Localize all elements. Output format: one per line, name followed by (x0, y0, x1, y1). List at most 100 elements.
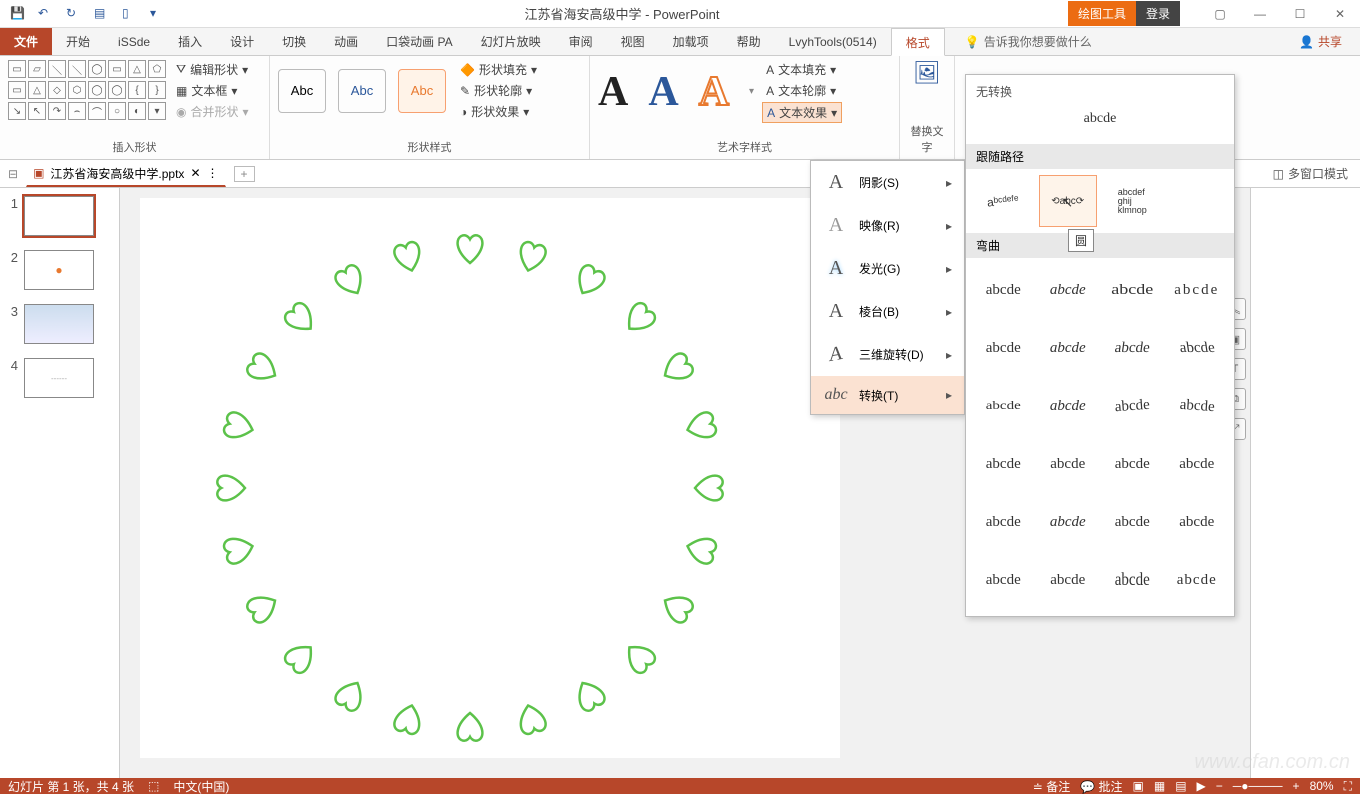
share-button[interactable]: 👤 共享 (1281, 28, 1360, 55)
tab-insert[interactable]: 插入 (164, 28, 216, 55)
heart-shape[interactable] (677, 526, 726, 575)
view-slideshow-icon[interactable]: ▶ (1197, 779, 1206, 793)
zoom-in-icon[interactable]: + (1293, 779, 1300, 793)
view-normal-icon[interactable]: ▣ (1133, 779, 1144, 793)
edit-shape-button[interactable]: ⛛编辑形状 ▾ (172, 60, 253, 79)
warp-option[interactable]: abcde (1168, 496, 1227, 548)
login-button[interactable]: 登录 (1136, 1, 1180, 26)
notes-button[interactable]: ≐ 备注 (1033, 778, 1070, 795)
heart-shape[interactable] (690, 468, 730, 508)
path-arch-down[interactable]: abcdefghijklmnop (1103, 175, 1162, 227)
present-icon[interactable]: ▤ (94, 6, 110, 22)
tab-file[interactable]: 文件 (0, 28, 52, 55)
heart-shape[interactable] (235, 581, 290, 636)
warp-option[interactable]: abcde (974, 385, 1033, 427)
close-icon[interactable]: ✕ (1320, 0, 1360, 28)
heart-shape[interactable] (450, 708, 490, 748)
tab-design[interactable]: 设计 (216, 28, 268, 55)
tab-review[interactable]: 审阅 (555, 28, 607, 55)
tab-issde[interactable]: iSSde (104, 28, 164, 55)
heart-shape[interactable] (563, 669, 618, 724)
heart-shape[interactable] (677, 401, 726, 450)
text-outline-button[interactable]: A文本轮廓 ▾ (762, 81, 842, 100)
menu-reflection[interactable]: A映像(R)▸ (811, 204, 964, 247)
heart-shape[interactable] (323, 669, 378, 724)
view-reading-icon[interactable]: ▤ (1175, 779, 1186, 793)
tab-lvyhtools[interactable]: LvyhTools(0514) (775, 28, 891, 55)
heart-shape[interactable] (214, 526, 263, 575)
warp-option[interactable]: abcde (1168, 438, 1227, 490)
tell-me-search[interactable]: 💡 告诉我你想要做什么 (965, 28, 1092, 55)
qat-more-icon[interactable]: ▾ (150, 6, 166, 22)
menu-3d-rotation[interactable]: A三维旋转(D)▸ (811, 333, 964, 376)
shape-styles-gallery[interactable]: Abc Abc Abc (278, 69, 446, 113)
transform-none[interactable]: abcde (978, 110, 1222, 128)
shape-effects-button[interactable]: ◑形状效果 ▾ (456, 102, 541, 121)
warp-option[interactable]: abcde (1101, 378, 1163, 434)
shapes-gallery[interactable]: ▭▱＼＼ ◯▭△⬠ ▭△◇⬡ ◯◯{} ↘↖↷⌢ ⌒○◐▾ (8, 60, 166, 121)
thumb-1[interactable] (24, 196, 94, 236)
tab-home[interactable]: 开始 (52, 28, 104, 55)
path-circle[interactable]: ⟲abc⟳ ↖ 圆 (1039, 175, 1098, 227)
maximize-icon[interactable]: ☐ (1280, 0, 1320, 28)
warp-option[interactable]: abcde (1039, 438, 1098, 490)
tab-pocket-anim[interactable]: 口袋动画 PA (372, 28, 466, 55)
path-arch[interactable]: aᵇᶜᵈᵉᶠᵉ (974, 175, 1033, 227)
heart-shape[interactable] (214, 401, 263, 450)
warp-option[interactable]: abcde (1168, 554, 1227, 606)
ribbon-display-icon[interactable]: ▢ (1200, 0, 1240, 28)
warp-option[interactable]: abcde (1039, 264, 1098, 316)
heart-shape[interactable] (272, 629, 329, 686)
heart-shape[interactable] (611, 290, 668, 347)
nav-toggle-icon[interactable]: ⊟ (8, 167, 18, 181)
zoom-slider[interactable]: ─●──── (1233, 779, 1283, 793)
tab-slideshow[interactable]: 幻灯片放映 (467, 28, 555, 55)
heart-shape[interactable] (235, 341, 290, 396)
tab-animation[interactable]: 动画 (320, 28, 372, 55)
heart-shape[interactable] (450, 228, 490, 268)
warp-option[interactable]: abcde (974, 438, 1033, 490)
tab-view[interactable]: 视图 (607, 28, 659, 55)
shape-fill-button[interactable]: 🔶形状填充 ▾ (456, 60, 541, 79)
touch-icon[interactable]: ▯ (122, 6, 138, 22)
heart-shape[interactable] (210, 468, 250, 508)
warp-option[interactable]: abcde (974, 554, 1033, 606)
language-status[interactable]: 中文(中国) (173, 778, 229, 795)
heart-shape[interactable] (383, 232, 432, 281)
heart-shape[interactable] (323, 253, 378, 308)
warp-option[interactable]: abcde (1039, 554, 1098, 606)
heart-shape[interactable] (651, 581, 706, 636)
multi-window-button[interactable]: ◫ 多窗口模式 (1269, 161, 1352, 186)
menu-transform[interactable]: abc转换(T)▸ (811, 376, 964, 414)
text-effects-button[interactable]: A文本效果 ▾ (762, 102, 842, 123)
heart-shape[interactable] (383, 695, 432, 744)
warp-option[interactable]: abcde (1164, 322, 1230, 374)
textbox-button[interactable]: ▦文本框 ▾ (172, 81, 253, 100)
menu-shadow[interactable]: A阴影(S)▸ (811, 161, 964, 204)
tab-transition[interactable]: 切换 (268, 28, 320, 55)
undo-icon[interactable]: ↶ (38, 6, 54, 22)
heart-shape[interactable] (508, 232, 557, 281)
warp-option[interactable]: abcde (1097, 264, 1167, 316)
shape-outline-button[interactable]: ✎形状轮廓 ▾ (456, 81, 541, 100)
redo-icon[interactable]: ↻ (66, 6, 82, 22)
thumb-3[interactable] (24, 304, 94, 344)
tab-addins[interactable]: 加载项 (659, 28, 723, 55)
zoom-value[interactable]: 80% (1310, 779, 1334, 793)
menu-bevel[interactable]: A棱台(B)▸ (811, 290, 964, 333)
warp-option[interactable]: abcde (1103, 549, 1162, 611)
warp-option[interactable]: abcde (1039, 380, 1098, 432)
tab-menu-icon[interactable]: ⋮ (207, 166, 219, 180)
doc-tab[interactable]: ▣ 江苏省海安高级中学.pptx ✕ ⋮ (26, 161, 225, 187)
heart-shape[interactable] (651, 341, 706, 396)
thumb-4[interactable]: ------ (24, 358, 94, 398)
heart-shape[interactable] (508, 695, 557, 744)
heart-shape[interactable] (272, 290, 329, 347)
warp-option[interactable]: abcde (1168, 264, 1227, 316)
warp-option[interactable]: abcde (974, 496, 1033, 548)
wordart-gallery[interactable]: A A A ▾ (598, 68, 754, 116)
spellcheck-icon[interactable]: ⬚ (148, 779, 159, 793)
comments-button[interactable]: 💬 批注 (1080, 778, 1122, 795)
warp-option[interactable]: abcde (974, 322, 1033, 374)
heart-shape[interactable] (563, 253, 618, 308)
